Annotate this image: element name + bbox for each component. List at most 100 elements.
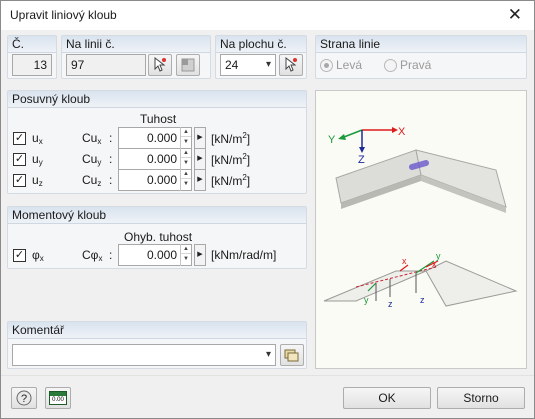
cphix-menu-button[interactable]: ▶ xyxy=(194,244,206,266)
side-right-radio[interactable] xyxy=(384,59,397,72)
check-icon: ✓ xyxy=(14,132,25,144)
pick-surface-button[interactable] xyxy=(279,54,303,76)
dialog-window: Upravit liniový kloub ✕ Č. 13 Na linii č… xyxy=(0,0,535,419)
cux-input[interactable]: 0.000 ▲ ▼ xyxy=(118,127,192,149)
comment-library-button[interactable] xyxy=(280,344,304,366)
svg-text:?: ? xyxy=(21,393,27,405)
cuy-symbol: Cu xyxy=(82,152,98,166)
cphix-unit: [kNm/rad/m] xyxy=(211,248,277,262)
hinge-diagram: X Y Z x y z x y z xyxy=(323,126,518,309)
colon: : xyxy=(109,173,113,187)
help-button[interactable]: ? xyxy=(11,387,37,409)
axis-y-label: Y xyxy=(328,134,336,146)
surface-select[interactable]: 24 ▾ xyxy=(220,54,276,76)
local-y2-label: y xyxy=(436,251,441,261)
ux-subscript: x xyxy=(38,137,43,146)
uz-checkbox[interactable]: ✓ xyxy=(13,174,26,187)
axis-x-label: X xyxy=(398,126,406,138)
cux-symbol: Cu xyxy=(82,131,98,145)
chevron-down-icon: ▾ xyxy=(265,59,271,70)
rotational-title: Momentový kloub xyxy=(8,207,306,224)
colon: : xyxy=(109,131,113,145)
cuy-subscript: y xyxy=(97,158,102,167)
cuz-input[interactable]: 0.000 ▲ ▼ xyxy=(118,169,192,191)
surface-group: Na plochu č. 24 ▾ xyxy=(215,35,307,79)
pick-line-button[interactable] xyxy=(148,54,172,76)
cuy-input[interactable]: 0.000 ▲ ▼ xyxy=(118,148,192,170)
spin-down-icon[interactable]: ▼ xyxy=(181,137,191,147)
close-icon[interactable]: ✕ xyxy=(508,5,522,25)
unit-text: [kN/m xyxy=(211,132,243,146)
spin-up-icon[interactable]: ▲ xyxy=(181,244,191,254)
spin-up-icon[interactable]: ▲ xyxy=(181,127,191,137)
local-y-label: y xyxy=(364,295,369,305)
spin-up-icon[interactable]: ▲ xyxy=(181,148,191,158)
select-line-button[interactable] xyxy=(176,54,200,76)
local-z2-label: z xyxy=(420,295,425,305)
line-side-label: Strana linie xyxy=(316,36,526,53)
side-left-label: Levá xyxy=(336,58,363,72)
cux-value: 0.000 xyxy=(146,131,177,145)
cuz-symbol: Cu xyxy=(82,173,98,187)
pick-arrow-icon xyxy=(154,57,166,72)
cuy-spinner[interactable]: ▲ ▼ xyxy=(180,148,191,170)
colon: : xyxy=(109,248,113,262)
unit-text: [kN/m xyxy=(211,174,243,188)
translational-title: Posuvný kloub xyxy=(8,91,306,108)
phix-checkbox[interactable]: ✓ xyxy=(13,249,26,262)
side-right-label: Pravá xyxy=(400,58,432,72)
comment-library-icon xyxy=(284,349,299,362)
spin-down-icon[interactable]: ▼ xyxy=(181,254,191,264)
cux-menu-button[interactable]: ▶ xyxy=(194,127,206,149)
cux-label: Cux xyxy=(82,131,101,146)
dialog-footer: ? 0.00 OK Storno xyxy=(1,375,534,418)
uz-symbol: u xyxy=(32,173,39,187)
cuz-spinner[interactable]: ▲ ▼ xyxy=(180,169,191,191)
cphix-label: Cφx xyxy=(82,248,102,263)
cphix-input[interactable]: 0.000 ▲ ▼ xyxy=(118,244,192,266)
spin-up-icon[interactable]: ▲ xyxy=(181,169,191,179)
cuz-value: 0.000 xyxy=(146,173,177,187)
uy-checkbox[interactable]: ✓ xyxy=(13,153,26,166)
cuz-unit: [kN/m2] xyxy=(211,173,250,188)
local-z-label: z xyxy=(388,299,393,309)
surface-value: 24 xyxy=(225,58,239,72)
units-icon: 0.00 xyxy=(49,391,67,405)
cancel-button[interactable]: Storno xyxy=(437,387,525,409)
unit-close: ] xyxy=(246,174,251,188)
cuy-menu-button[interactable]: ▶ xyxy=(194,148,206,170)
phix-subscript: x xyxy=(39,254,44,263)
colon: : xyxy=(109,152,113,166)
cux-subscript: x xyxy=(97,137,102,146)
check-icon: ✓ xyxy=(14,153,25,165)
number-group: Č. 13 xyxy=(7,35,57,79)
cuz-menu-button[interactable]: ▶ xyxy=(194,169,206,191)
units-value: 0.00 xyxy=(50,396,66,404)
comment-group: Komentář ▾ xyxy=(7,321,307,369)
cuz-subscript: z xyxy=(97,179,102,188)
units-button[interactable]: 0.00 xyxy=(45,387,71,409)
window-title: Upravit liniový kloub xyxy=(10,8,117,22)
phix-label: φx xyxy=(32,248,44,263)
cphix-spinner[interactable]: ▲ ▼ xyxy=(180,244,191,266)
check-icon: ✓ xyxy=(14,249,25,261)
cancel-label: Storno xyxy=(463,391,499,405)
check-icon: ✓ xyxy=(14,174,25,186)
number-value: 13 xyxy=(33,58,47,72)
ux-symbol: u xyxy=(32,131,39,145)
hinge-preview: X Y Z x y z x y z xyxy=(315,90,527,369)
cux-spinner[interactable]: ▲ ▼ xyxy=(180,127,191,149)
ux-checkbox[interactable]: ✓ xyxy=(13,132,26,145)
number-label: Č. xyxy=(8,36,56,53)
spin-down-icon[interactable]: ▼ xyxy=(181,179,191,189)
unit-text: [kN/m xyxy=(211,153,243,167)
ok-button[interactable]: OK xyxy=(343,387,431,409)
side-left-radio[interactable] xyxy=(320,59,333,72)
help-icon: ? xyxy=(16,390,32,406)
spin-down-icon[interactable]: ▼ xyxy=(181,158,191,168)
ok-label: OK xyxy=(378,391,396,405)
axis-z-label: Z xyxy=(358,154,365,166)
uy-subscript: y xyxy=(38,158,43,167)
translational-hinge-group: Posuvný kloub Tuhost ✓ ux Cux : 0.000 ▲ ▼… xyxy=(7,90,307,194)
comment-select[interactable]: ▾ xyxy=(12,344,276,366)
